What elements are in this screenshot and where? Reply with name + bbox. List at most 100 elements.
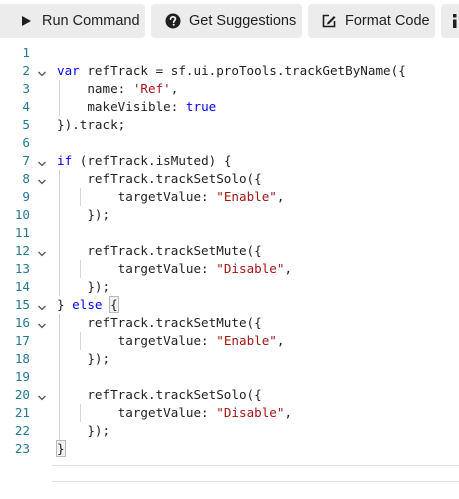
code-line[interactable]: 12 refTrack.trackSetMute({ [0, 242, 459, 260]
code-line[interactable]: 13 targetValue: "Disable", [0, 260, 459, 278]
code-line[interactable]: 5 }).track; [0, 116, 459, 134]
more-button[interactable] [441, 4, 459, 38]
code-line[interactable]: 11 [0, 224, 459, 242]
code-line[interactable]: 10 }); [0, 206, 459, 224]
code-token: refTrack.trackSetSolo({ [57, 387, 262, 402]
code-token: , [276, 333, 285, 348]
fold-chevron-icon[interactable] [37, 156, 47, 167]
line-number: 6 [22, 135, 30, 150]
line-number: 22 [14, 423, 30, 438]
line-number: 5 [22, 117, 30, 132]
format-code-button[interactable]: Format Code [308, 4, 435, 38]
code-text: }); [57, 278, 110, 296]
code-line[interactable]: 17 targetValue: "Enable", [0, 332, 459, 350]
line-number: 19 [14, 369, 30, 384]
code-text: targetValue: "Enable", [57, 332, 285, 350]
code-text: name: 'Ref', [57, 80, 178, 98]
line-number: 7 [22, 153, 30, 168]
code-token: targetValue: [57, 405, 217, 420]
code-text: refTrack.trackSetSolo({ [57, 386, 262, 404]
fold-chevron-icon[interactable] [37, 300, 47, 311]
line-number: 12 [14, 243, 30, 258]
keyword-token: var [57, 63, 80, 78]
code-token: }).track; [57, 117, 126, 132]
get-suggestions-label: Get Suggestions [189, 13, 297, 29]
play-icon [18, 13, 34, 29]
line-number: 23 [14, 441, 30, 456]
code-text: refTrack.trackSetMute({ [57, 242, 261, 260]
code-line[interactable]: 18 }); [0, 350, 459, 368]
code-editor[interactable]: 1 2 var refTrack = sf.ui.proTools.trackGet… [0, 44, 459, 482]
line-number: 16 [14, 315, 30, 330]
keyword-token: else [72, 297, 103, 312]
code-text: targetValue: "Disable", [57, 260, 292, 278]
string-token: "Enable" [216, 189, 277, 204]
line-number: 10 [14, 207, 30, 222]
code-line[interactable]: 3 name: 'Ref', [0, 80, 459, 98]
bracket-match-token: { [109, 296, 119, 313]
line-number: 21 [14, 405, 30, 420]
code-line[interactable]: 14 }); [0, 278, 459, 296]
run-command-button[interactable]: Run Command [0, 4, 145, 38]
code-text: }); [57, 350, 110, 368]
code-line[interactable]: 4 makeVisible: true [0, 98, 459, 116]
code-text: makeVisible: true [57, 98, 216, 116]
line-number: 20 [14, 387, 30, 402]
keyword-token: true [185, 99, 217, 114]
code-line[interactable]: 7 if (refTrack.isMuted) { [0, 152, 459, 170]
code-token: refTrack = sf.ui.proTools.trackGetByName… [79, 63, 406, 78]
get-suggestions-button[interactable]: Get Suggestions [151, 4, 302, 38]
code-line[interactable]: 20 refTrack.trackSetSolo({ [0, 386, 459, 404]
code-token: , [276, 189, 285, 204]
code-text: refTrack.trackSetSolo({ [57, 170, 261, 188]
line-number: 4 [22, 99, 30, 114]
bracket-match-token: } [56, 440, 66, 457]
line-number: 2 [22, 63, 30, 78]
fold-chevron-icon[interactable] [37, 246, 47, 257]
code-line[interactable]: 2 var refTrack = sf.ui.proTools.trackGetB… [0, 62, 459, 80]
code-line[interactable]: 1 [0, 44, 459, 62]
code-token: , [284, 405, 293, 420]
code-line[interactable]: 19 [0, 368, 459, 386]
code-line[interactable]: 15} else { [0, 296, 459, 314]
line-number: 11 [14, 225, 30, 240]
active-line-highlight [52, 465, 459, 482]
code-token: name: [57, 81, 133, 96]
code-text: var refTrack = sf.ui.proTools.trackGetBy… [57, 62, 406, 80]
code-token: }); [57, 279, 111, 294]
code-token: } [57, 297, 73, 312]
edit-square-icon [321, 13, 337, 29]
fold-chevron-icon[interactable] [37, 66, 47, 77]
line-number: 14 [14, 279, 30, 294]
keyword-token: if [57, 153, 73, 168]
code-line[interactable]: 8 refTrack.trackSetSolo({ [0, 170, 459, 188]
toolbar: Run Command Get Suggestions Format Code [0, 0, 459, 42]
code-text: refTrack.trackSetMute({ [57, 314, 262, 332]
fold-chevron-icon[interactable] [37, 318, 47, 329]
line-number: 3 [22, 81, 30, 96]
code-token: refTrack.trackSetMute({ [57, 315, 262, 330]
line-number: 8 [22, 171, 30, 186]
code-line[interactable]: 22 }); [0, 422, 459, 440]
line-number: 18 [14, 351, 30, 366]
code-line[interactable]: 23} [0, 440, 459, 458]
code-token: targetValue: [57, 261, 217, 276]
code-line[interactable]: 21 targetValue: "Disable", [0, 404, 459, 422]
code-token: makeVisible: [57, 99, 186, 114]
line-number: 1 [22, 45, 30, 60]
line-number: 15 [14, 297, 30, 312]
code-line[interactable]: 6 [0, 134, 459, 152]
code-token: targetValue: [57, 333, 217, 348]
string-token: "Disable" [216, 261, 285, 276]
string-token: 'Ref' [132, 81, 171, 96]
code-text: }); [57, 422, 110, 440]
code-text: }); [57, 206, 110, 224]
question-circle-icon [165, 13, 181, 29]
code-token: }); [57, 423, 111, 438]
code-line[interactable]: 9 targetValue: "Enable", [0, 188, 459, 206]
fold-chevron-icon[interactable] [37, 174, 47, 185]
fold-chevron-icon[interactable] [37, 390, 47, 401]
code-token: (refTrack.isMuted) { [72, 153, 232, 168]
code-token: , [284, 261, 293, 276]
code-line[interactable]: 16 refTrack.trackSetMute({ [0, 314, 459, 332]
